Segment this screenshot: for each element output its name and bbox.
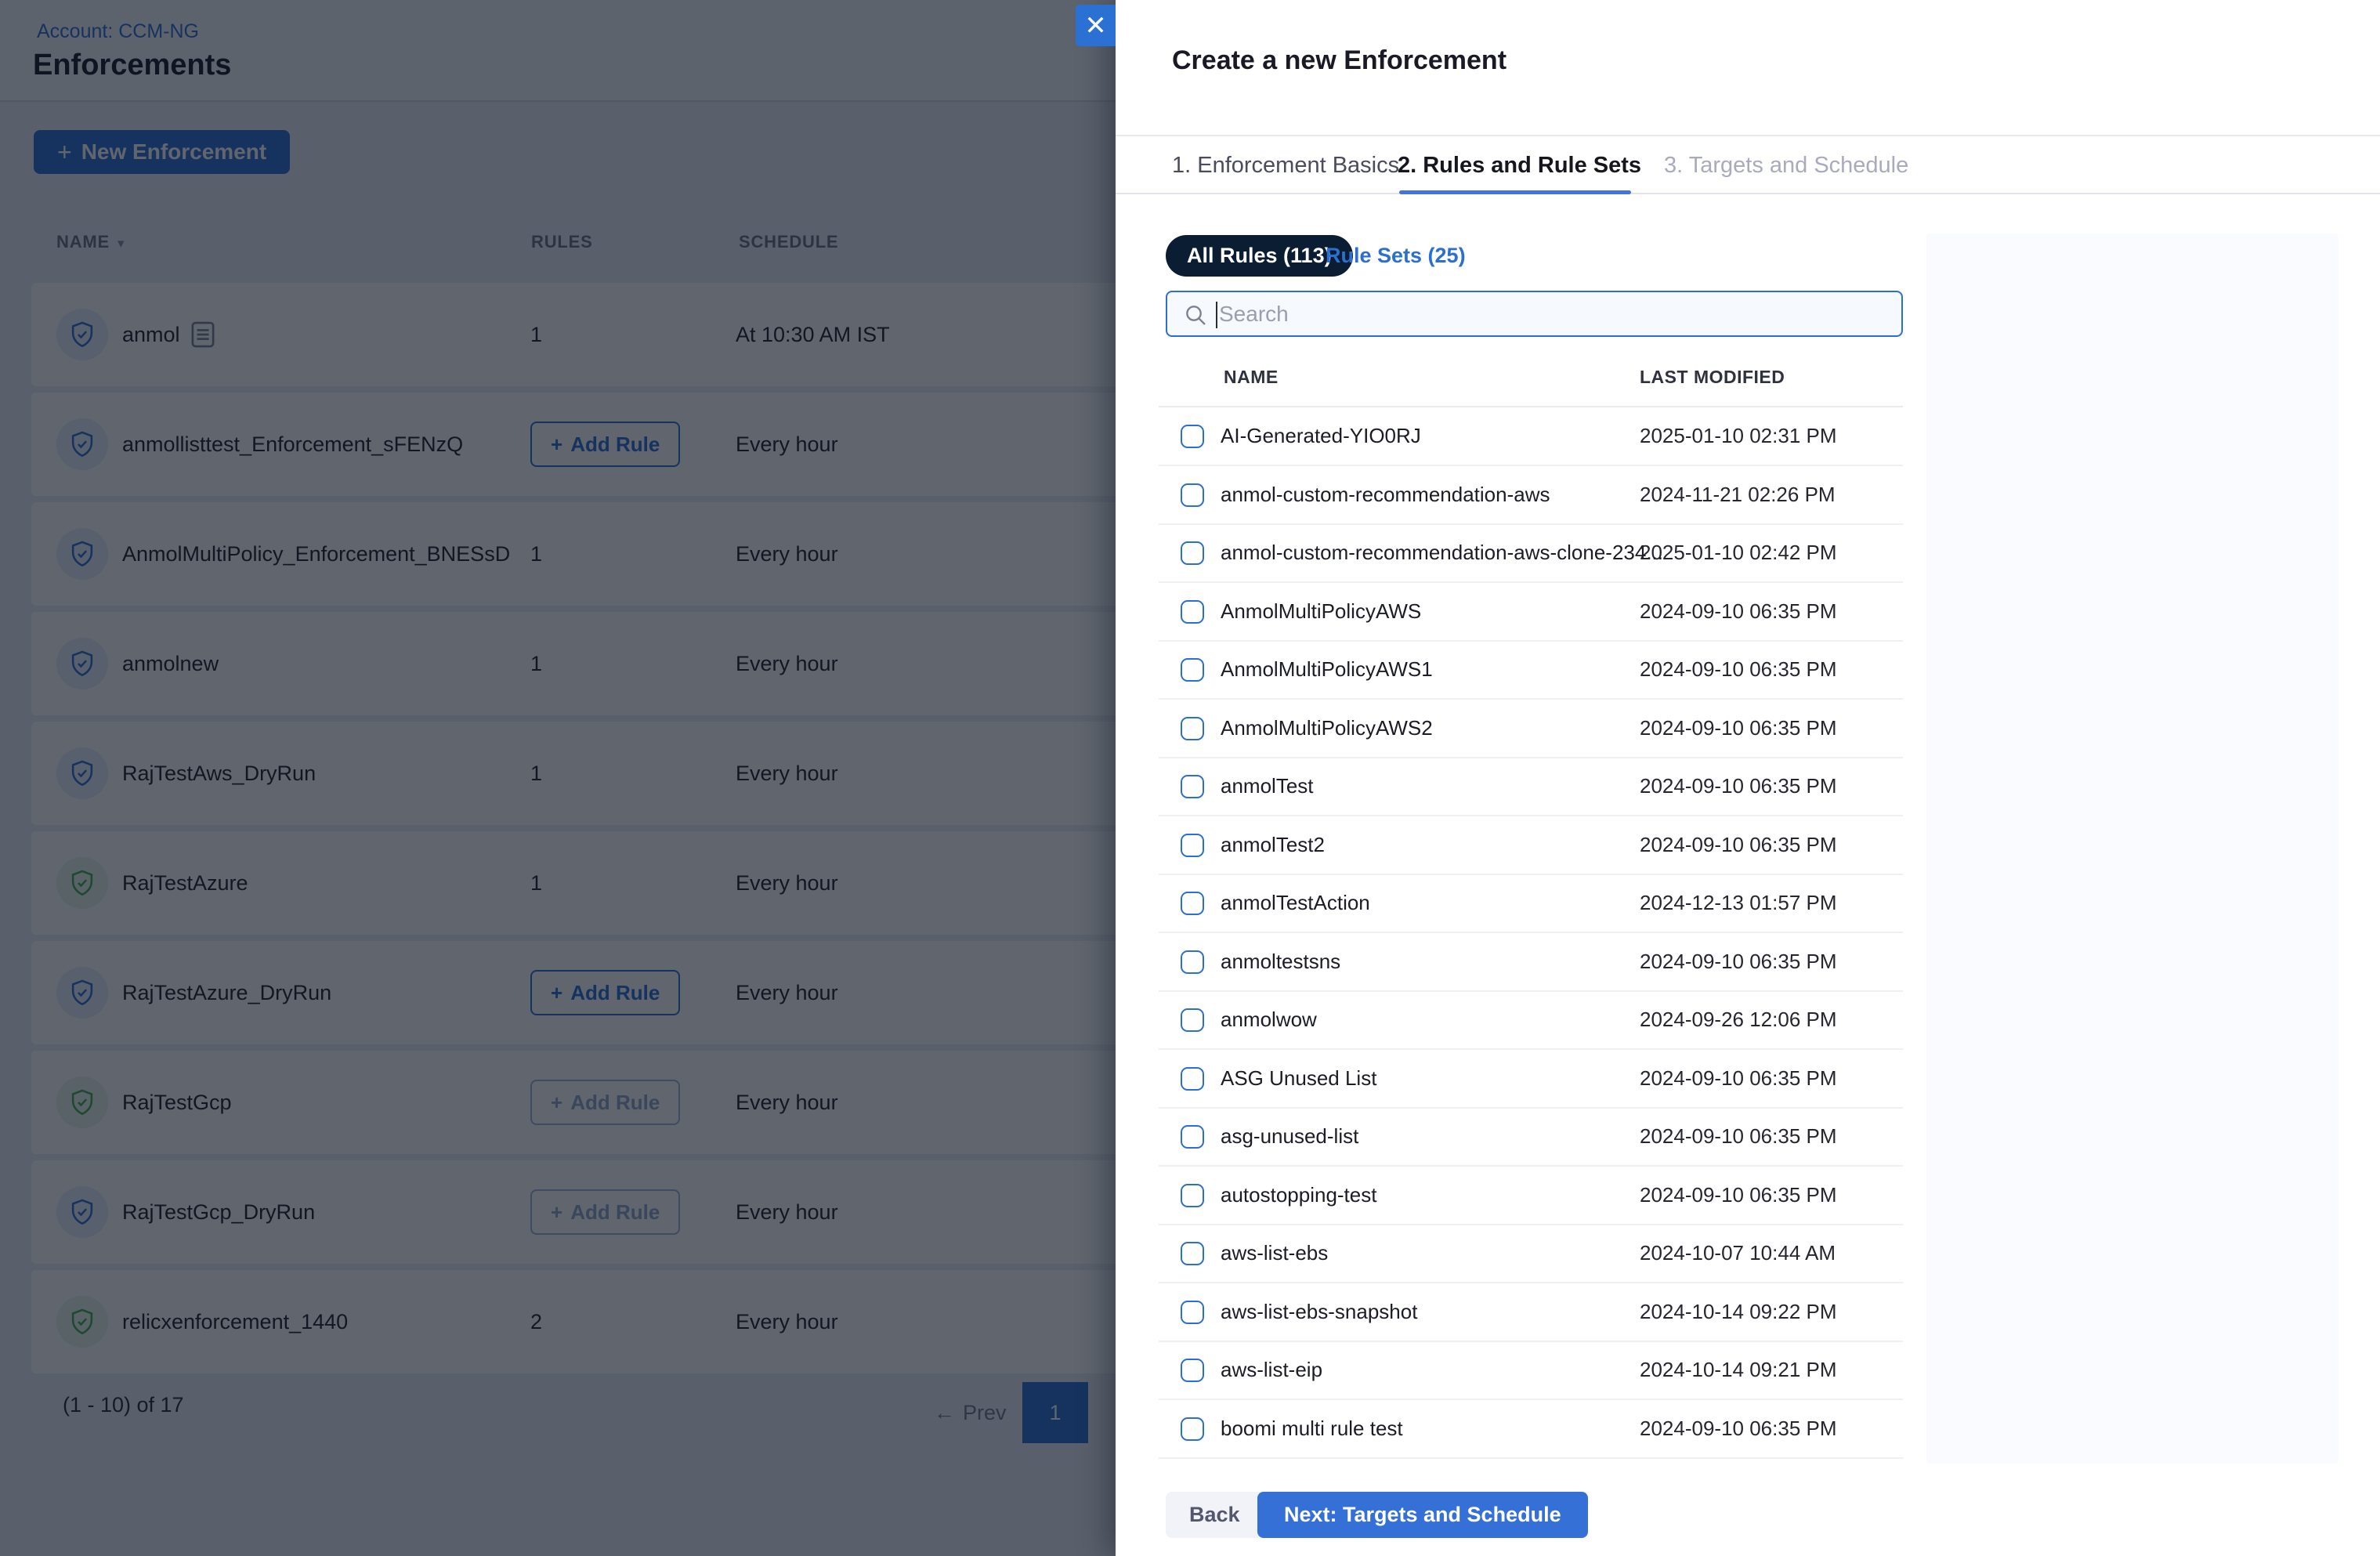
close-icon[interactable]: ✕ bbox=[1076, 5, 1116, 46]
rule-name: anmol-custom-recommendation-aws-clone-23… bbox=[1221, 541, 1664, 564]
rule-list-item[interactable]: anmolTestAction 2024-12-13 01:57 PM bbox=[1159, 874, 1903, 933]
rule-list-item[interactable]: asg-unused-list 2024-09-10 06:35 PM bbox=[1159, 1108, 1903, 1167]
wizard-steps-bar: 1. Enforcement Basics 2. Rules and Rule … bbox=[1116, 135, 2380, 194]
rule-checkbox[interactable] bbox=[1181, 833, 1204, 857]
rule-name: aws-list-eip bbox=[1221, 1358, 1323, 1381]
rule-checkbox[interactable] bbox=[1181, 1125, 1204, 1149]
rule-checkbox[interactable] bbox=[1181, 950, 1204, 974]
active-tab-underline bbox=[1399, 190, 1631, 194]
back-button[interactable]: Back bbox=[1166, 1492, 1264, 1538]
rule-name: anmol-custom-recommendation-aws bbox=[1221, 482, 1550, 506]
rule-name: ASG Unused List bbox=[1221, 1066, 1377, 1090]
rule-list-item[interactable]: anmolwow 2024-09-26 12:06 PM bbox=[1159, 991, 1903, 1050]
rules-list-header-name: NAME bbox=[1224, 367, 1279, 387]
filter-rule-sets[interactable]: Rule Sets (25) bbox=[1326, 235, 1466, 277]
rule-name: AnmolMultiPolicyAWS bbox=[1221, 599, 1422, 623]
selected-rules-panel bbox=[1926, 233, 2338, 1464]
rule-checkbox[interactable] bbox=[1181, 1417, 1204, 1441]
rule-name: AnmolMultiPolicyAWS2 bbox=[1221, 715, 1433, 740]
drawer-title: Create a new Enforcement bbox=[1172, 45, 1507, 75]
rule-checkbox[interactable] bbox=[1181, 1359, 1204, 1382]
rule-list-item[interactable]: AnmolMultiPolicyAWS1 2024-09-10 06:35 PM bbox=[1159, 641, 1903, 700]
rule-last-modified: 2024-11-21 02:26 PM bbox=[1640, 482, 1836, 506]
rule-checkbox[interactable] bbox=[1181, 716, 1204, 740]
rule-list-item[interactable]: aws-list-ebs-snapshot 2024-10-14 09:22 PM bbox=[1159, 1283, 1903, 1342]
rules-list-header-last-modified: LAST MODIFIED bbox=[1640, 367, 1785, 387]
search-box bbox=[1166, 291, 1903, 337]
rule-last-modified: 2024-12-13 01:57 PM bbox=[1640, 891, 1837, 914]
rule-checkbox[interactable] bbox=[1181, 1008, 1204, 1032]
rule-checkbox[interactable] bbox=[1181, 892, 1204, 915]
rule-last-modified: 2024-09-10 06:35 PM bbox=[1640, 1416, 1837, 1440]
rule-last-modified: 2024-09-10 06:35 PM bbox=[1640, 949, 1837, 973]
search-icon bbox=[1183, 302, 1208, 331]
rule-last-modified: 2024-10-07 10:44 AM bbox=[1640, 1241, 1836, 1265]
rule-name: anmolTest2 bbox=[1221, 832, 1325, 856]
rule-last-modified: 2024-10-14 09:22 PM bbox=[1640, 1299, 1837, 1323]
rule-last-modified: 2024-09-10 06:35 PM bbox=[1640, 832, 1837, 856]
rule-last-modified: 2024-09-26 12:06 PM bbox=[1640, 1008, 1837, 1031]
rule-checkbox[interactable] bbox=[1181, 775, 1204, 798]
tab-rules-and-rule-sets[interactable]: 2. Rules and Rule Sets bbox=[1398, 136, 1641, 194]
tab-targets-and-schedule: 3. Targets and Schedule bbox=[1664, 152, 1909, 178]
rule-name: aws-list-ebs-snapshot bbox=[1221, 1299, 1418, 1323]
rule-list-item[interactable]: aws-list-ebs 2024-10-07 10:44 AM bbox=[1159, 1225, 1903, 1283]
rule-last-modified: 2024-09-10 06:35 PM bbox=[1640, 1124, 1837, 1148]
rule-last-modified: 2024-09-10 06:35 PM bbox=[1640, 1066, 1837, 1090]
text-cursor bbox=[1216, 302, 1217, 328]
rule-checkbox[interactable] bbox=[1181, 425, 1204, 448]
rule-list-item[interactable]: AnmolMultiPolicyAWS 2024-09-10 06:35 PM bbox=[1159, 583, 1903, 642]
rule-name: anmoltestsns bbox=[1221, 949, 1341, 973]
rule-name: anmolwow bbox=[1221, 1008, 1317, 1031]
rule-name: aws-list-ebs bbox=[1221, 1241, 1329, 1265]
rule-checkbox[interactable] bbox=[1181, 483, 1204, 507]
rule-name: anmolTestAction bbox=[1221, 891, 1370, 914]
tab-enforcement-basics[interactable]: 1. Enforcement Basics bbox=[1172, 136, 1399, 194]
rule-last-modified: 2024-09-10 06:35 PM bbox=[1640, 599, 1837, 623]
rule-list-item[interactable]: autostopping-test 2024-09-10 06:35 PM bbox=[1159, 1167, 1903, 1225]
rule-last-modified: 2024-09-10 06:35 PM bbox=[1640, 774, 1837, 798]
rule-last-modified: 2025-01-10 02:42 PM bbox=[1640, 541, 1837, 564]
rule-list-item[interactable]: anmol-custom-recommendation-aws-clone-23… bbox=[1159, 524, 1903, 583]
rule-checkbox[interactable] bbox=[1181, 1300, 1204, 1324]
rule-name: AnmolMultiPolicyAWS1 bbox=[1221, 657, 1433, 681]
create-enforcement-drawer: Create a new Enforcement 1. Enforcement … bbox=[1116, 0, 2380, 1556]
rule-last-modified: 2024-09-10 06:35 PM bbox=[1640, 657, 1837, 681]
rule-name: autostopping-test bbox=[1221, 1182, 1377, 1207]
rule-name: boomi multi rule test bbox=[1221, 1416, 1403, 1440]
rule-list-item[interactable]: AnmolMultiPolicyAWS2 2024-09-10 06:35 PM bbox=[1159, 700, 1903, 758]
rule-last-modified: 2024-09-10 06:35 PM bbox=[1640, 715, 1837, 740]
rule-name: anmolTest bbox=[1221, 774, 1314, 798]
rule-list-item[interactable]: anmolTest 2024-09-10 06:35 PM bbox=[1159, 758, 1903, 816]
rule-list-item[interactable]: AI-Generated-YIO0RJ 2025-01-10 02:31 PM bbox=[1159, 407, 1903, 466]
rule-checkbox[interactable] bbox=[1181, 658, 1204, 682]
rule-list-item[interactable]: anmolTest2 2024-09-10 06:35 PM bbox=[1159, 816, 1903, 875]
rule-list-item[interactable]: aws-list-eip 2024-10-14 09:21 PM bbox=[1159, 1341, 1903, 1400]
rule-checkbox[interactable] bbox=[1181, 1183, 1204, 1207]
next-targets-and-schedule-button[interactable]: Next: Targets and Schedule bbox=[1257, 1492, 1588, 1538]
rule-list-item[interactable]: anmol-custom-recommendation-aws 2024-11-2… bbox=[1159, 466, 1903, 525]
filter-all-rules[interactable]: All Rules (113) bbox=[1166, 235, 1353, 277]
rule-last-modified: 2024-10-14 09:21 PM bbox=[1640, 1358, 1837, 1381]
rule-last-modified: 2025-01-10 02:31 PM bbox=[1640, 424, 1837, 447]
rule-list-item[interactable]: ASG Unused List 2024-09-10 06:35 PM bbox=[1159, 1050, 1903, 1109]
rule-checkbox[interactable] bbox=[1181, 599, 1204, 624]
rule-name: AI-Generated-YIO0RJ bbox=[1221, 424, 1421, 447]
rule-checkbox[interactable] bbox=[1181, 1242, 1204, 1265]
rule-list-item[interactable]: anmoltestsns 2024-09-10 06:35 PM bbox=[1159, 933, 1903, 992]
rule-last-modified: 2024-09-10 06:35 PM bbox=[1640, 1182, 1837, 1207]
rule-name: asg-unused-list bbox=[1221, 1124, 1359, 1148]
rule-checkbox[interactable] bbox=[1181, 1066, 1204, 1091]
search-input[interactable] bbox=[1219, 292, 1893, 335]
rule-list-item[interactable]: boomi multi rule test 2024-09-10 06:35 PM bbox=[1159, 1400, 1903, 1459]
rule-checkbox[interactable] bbox=[1181, 541, 1204, 565]
